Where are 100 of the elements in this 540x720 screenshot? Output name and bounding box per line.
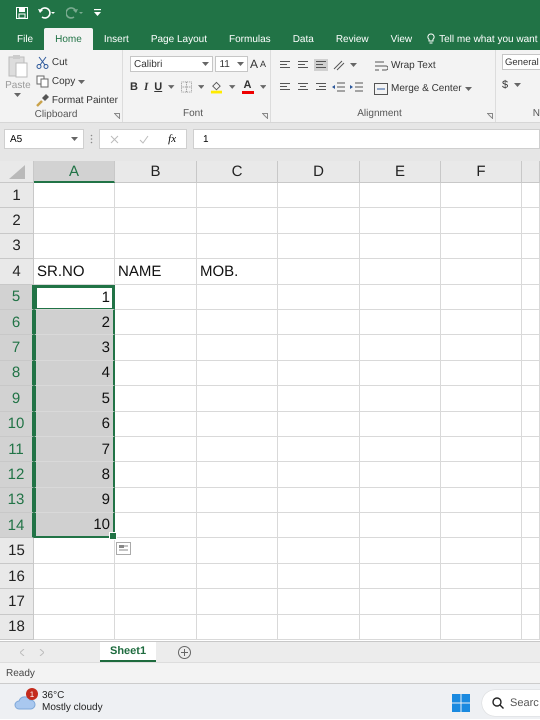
table-cell[interactable] [441,284,522,310]
ribbon-tab[interactable]: Insert [92,28,140,50]
customize-icon[interactable] [94,9,101,16]
table-cell[interactable] [115,310,197,336]
table-cell[interactable] [441,183,522,208]
table-cell[interactable] [278,335,360,361]
copy-button[interactable]: Copy [36,73,118,90]
table-cell[interactable] [522,284,540,310]
table-cell[interactable] [34,564,115,590]
table-cell[interactable] [522,589,540,615]
dialog-launcher-icon[interactable] [487,113,493,119]
check-icon[interactable] [138,134,148,144]
table-cell[interactable] [197,310,278,336]
table-cell[interactable] [197,335,278,361]
dialog-launcher-icon[interactable] [262,113,268,119]
selected-cell[interactable]: 3 [34,335,115,361]
cloud-icon[interactable] [14,694,36,710]
column-header[interactable]: C [197,161,278,183]
wrap-text-button[interactable]: Wrap Text [374,57,472,74]
table-cell[interactable] [522,462,540,488]
table-cell[interactable] [360,310,441,336]
row-header[interactable]: 9 [0,386,34,412]
table-cell[interactable] [360,259,441,285]
row-header[interactable]: 7 [0,335,34,361]
table-cell[interactable] [441,462,522,488]
selected-cell[interactable]: 10 [34,513,115,538]
bottom-align-icon[interactable] [314,59,328,71]
row-header[interactable]: 5 [0,284,34,310]
table-cell[interactable] [278,614,360,640]
selected-cell[interactable]: 2 [34,310,115,336]
table-cell[interactable] [441,386,522,412]
column-header[interactable]: E [360,161,441,183]
table-cell[interactable] [360,538,441,564]
table-cell[interactable] [278,360,360,386]
table-cell[interactable] [522,412,540,437]
table-cell[interactable] [360,436,441,462]
table-cell[interactable] [197,513,278,538]
align-left-icon[interactable] [278,81,292,93]
row-header[interactable]: 1 [0,183,34,208]
row-header[interactable]: 10 [0,412,34,437]
borders-icon[interactable] [180,81,192,93]
table-cell[interactable] [197,436,278,462]
table-cell[interactable] [278,488,360,514]
table-cell[interactable] [34,614,115,640]
previous-sheet-icon[interactable] [20,648,25,656]
format-painter-button[interactable]: Format Painter [36,92,118,109]
table-cell[interactable] [197,284,278,310]
selected-cell[interactable]: 8 [34,462,115,488]
table-cell[interactable] [522,436,540,462]
table-cell[interactable] [115,462,197,488]
table-cell[interactable] [522,234,540,260]
table-cell[interactable] [115,488,197,514]
table-cell[interactable] [115,513,197,538]
table-cell[interactable] [115,412,197,437]
table-cell[interactable] [360,589,441,615]
selected-cell[interactable]: 5 [34,386,115,412]
font-color-button[interactable]: A [242,80,254,94]
fill-color-icon[interactable] [210,80,224,94]
table-cell[interactable] [197,462,278,488]
table-cell[interactable] [278,589,360,615]
bold-button[interactable]: B [130,81,138,93]
table-cell[interactable] [197,234,278,260]
italic-button[interactable]: I [144,81,148,93]
table-cell[interactable] [197,386,278,412]
search-field[interactable]: Searc [482,690,540,716]
table-cell[interactable] [115,386,197,412]
middle-align-icon[interactable] [296,59,310,71]
table-cell[interactable] [360,614,441,640]
table-cell[interactable] [197,208,278,234]
table-cell[interactable] [522,183,540,208]
save-icon[interactable] [16,6,28,18]
insert-function-button[interactable]: fx [168,133,176,145]
ribbon-tab[interactable]: Page Layout [140,28,218,50]
table-cell[interactable] [360,234,441,260]
table-cell[interactable] [278,564,360,590]
table-cell[interactable] [278,208,360,234]
table-cell[interactable] [278,436,360,462]
table-cell[interactable] [522,513,540,538]
row-header[interactable]: 17 [0,589,34,615]
active-cell[interactable]: 1 [34,284,115,310]
table-cell[interactable] [441,436,522,462]
selected-cell[interactable]: 6 [34,412,115,437]
table-cell[interactable] [522,310,540,336]
table-cell[interactable] [278,538,360,564]
table-cell[interactable] [441,208,522,234]
name-box[interactable]: A5 [4,129,84,149]
row-header[interactable]: 12 [0,462,34,488]
selected-cell[interactable]: 7 [34,436,115,462]
column-header[interactable]: D [278,161,360,183]
row-header[interactable]: 6 [0,310,34,336]
table-cell[interactable] [197,564,278,590]
dialog-launcher-icon[interactable] [114,113,120,119]
table-cell[interactable] [34,183,115,208]
table-cell[interactable] [522,259,540,285]
table-cell[interactable] [34,538,115,564]
table-cell[interactable] [115,614,197,640]
table-cell[interactable] [441,564,522,590]
table-cell[interactable] [278,259,360,285]
quick-analysis-icon[interactable] [116,542,131,555]
align-right-icon[interactable] [314,81,328,93]
